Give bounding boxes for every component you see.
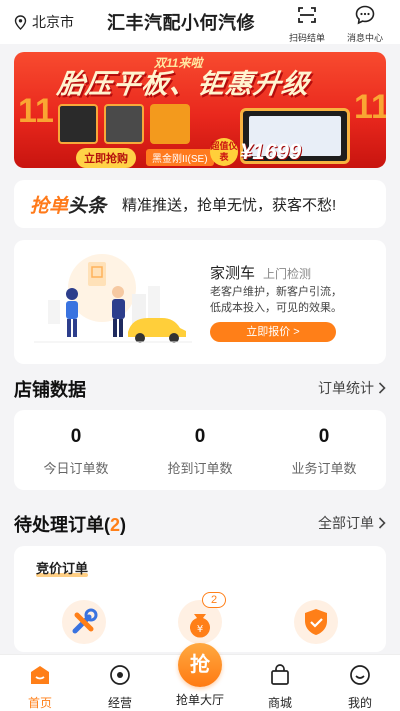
- banner-title: 胎压平板、钜惠升级: [55, 69, 312, 99]
- decor-eleven-right: 11: [354, 88, 386, 126]
- device-image: [58, 104, 98, 144]
- home-service-description: 老客户维护，新客户引流， 低成本投入，可见的效果。: [210, 284, 380, 316]
- home-service-title: 家测车 上门检测: [210, 262, 311, 283]
- home-icon: [31, 666, 49, 684]
- chevron-right-icon: [378, 517, 386, 529]
- all-orders-label: 全部订单: [318, 515, 374, 531]
- home-service-title-text: 家测车: [210, 265, 256, 282]
- headline-logo-part-a: 抢单: [30, 195, 69, 217]
- svg-text:¥: ¥: [197, 624, 203, 635]
- tab-label: 我的: [347, 696, 372, 710]
- message-center-button[interactable]: 消息中心: [340, 4, 390, 44]
- shield-icon: [305, 609, 327, 635]
- order-stats-label: 订单统计: [318, 380, 374, 396]
- scan-settle-label: 扫码结单: [288, 33, 325, 43]
- pending-title-end: ): [120, 515, 127, 535]
- location-label: 北京市: [32, 14, 74, 30]
- tab-label: 首页: [27, 696, 52, 710]
- stat-value: 0: [194, 426, 206, 447]
- stat-label: 抢到订单数: [167, 461, 233, 476]
- tab-label: 经营: [107, 696, 132, 710]
- stat-label: 今日订单数: [43, 461, 109, 476]
- tab-grab-order-hall[interactable]: 抢 抢单大厅: [160, 643, 240, 711]
- quote-now-button[interactable]: 立即报价 >: [210, 322, 336, 342]
- message-center-label: 消息中心: [346, 33, 383, 43]
- stat-business-orders[interactable]: 0 业务订单数: [262, 410, 386, 490]
- tab-label: 商城: [267, 696, 292, 710]
- stat-grabbed-orders[interactable]: 0 抢到订单数: [138, 410, 262, 490]
- message-icon: [355, 5, 375, 25]
- tab-mine[interactable]: 我的: [320, 655, 400, 711]
- store-stats-card: 0 今日订单数 0 抢到订单数 0 业务订单数: [14, 410, 386, 490]
- smile-icon: [350, 665, 370, 685]
- pending-orders-card: 竞价订单 ¥ 2: [14, 546, 386, 652]
- pending-count: 2: [110, 515, 121, 535]
- stat-value: 0: [70, 426, 82, 447]
- headline-logo: 抢单头条: [30, 191, 106, 218]
- insurance-order-button[interactable]: [294, 600, 338, 644]
- headline-logo-part-b: 头条: [68, 195, 107, 217]
- scan-icon: [298, 7, 316, 23]
- stat-value: 0: [318, 426, 330, 447]
- all-orders-link[interactable]: 全部订单: [318, 513, 386, 533]
- order-stats-link[interactable]: 订单统计: [318, 378, 386, 398]
- headline-text: 精准推送，抢单无忧，获客不愁!: [122, 196, 337, 214]
- shop-title: 汇丰汽配小何汽修: [107, 13, 255, 33]
- home-service-desc-line: 低成本投入，可见的效果。: [210, 302, 342, 314]
- money-order-badge: 2: [202, 592, 226, 608]
- stat-label: 业务订单数: [291, 461, 357, 476]
- decor-eleven-left: 11: [18, 92, 54, 130]
- repair-order-button[interactable]: [62, 600, 106, 644]
- banner-model-label: 黑金刚II(SE): [146, 149, 214, 166]
- pending-title-text: 待处理订单(: [14, 515, 110, 535]
- top-header: 北京市 汇丰汽配小何汽修 扫码结单 消息中心: [0, 0, 400, 44]
- device-image: [104, 104, 144, 144]
- banner-devices: [58, 104, 208, 146]
- grab-order-icon: 抢: [178, 643, 222, 687]
- home-service-subtitle: 上门检测: [263, 267, 312, 281]
- banner-buy-button[interactable]: 立即抢购: [76, 148, 136, 168]
- tab-label: 抢单大厅: [175, 693, 224, 707]
- store-data-title: 店铺数据: [14, 380, 86, 400]
- tab-business[interactable]: 经营: [80, 655, 160, 711]
- chevron-right-icon: [378, 382, 386, 394]
- wrench-icon: [72, 608, 98, 634]
- shopping-bag-icon: [271, 664, 289, 685]
- bottom-tab-bar: 首页 经营 抢 抢单大厅 商城 我的: [0, 643, 400, 711]
- tab-bid-orders[interactable]: 竞价订单: [36, 558, 88, 577]
- home-service-card[interactable]: 家测车 上门检测 老客户维护，新客户引流， 低成本投入，可见的效果。 立即报价 >: [14, 240, 386, 364]
- home-service-illustration: [34, 254, 192, 343]
- pending-orders-title: 待处理订单(2): [14, 511, 126, 537]
- stat-today-orders[interactable]: 0 今日订单数: [14, 410, 138, 490]
- device-image: [150, 104, 190, 144]
- tab-home[interactable]: 首页: [0, 655, 80, 711]
- banner-promo-badge: 超值仪表: [210, 138, 238, 166]
- scan-settle-button[interactable]: 扫码结单: [282, 4, 332, 44]
- eye-icon: [110, 665, 130, 685]
- grab-order-headline[interactable]: 抢单头条 精准推送，抢单无忧，获客不愁!: [14, 180, 386, 228]
- tab-mall[interactable]: 商城: [240, 655, 320, 711]
- home-service-desc-line: 老客户维护，新客户引流，: [210, 286, 342, 298]
- banner-price: ¥1699: [240, 139, 302, 164]
- promo-banner[interactable]: 11 11 双11来啦 胎压平板、钜惠升级 立即抢购 黑金刚II(SE) 超值仪…: [14, 52, 386, 168]
- location-selector[interactable]: 北京市: [14, 12, 74, 32]
- location-pin-icon: [14, 14, 27, 30]
